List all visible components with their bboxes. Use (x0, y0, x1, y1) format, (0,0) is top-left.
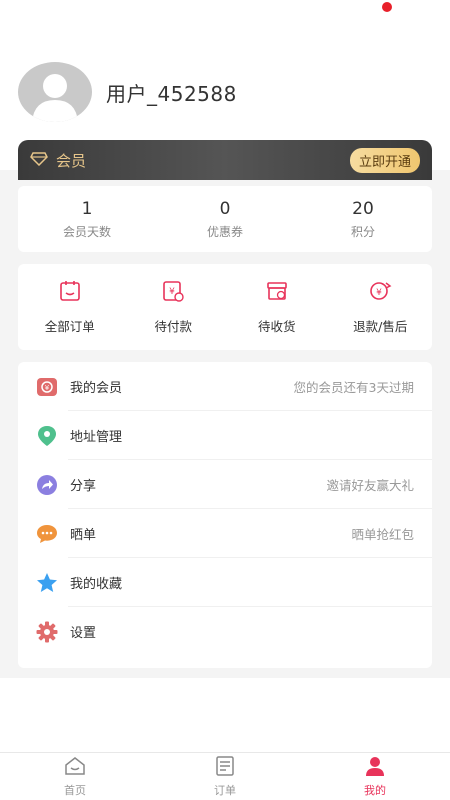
menu-label: 我的收藏 (70, 577, 123, 592)
vip-banner[interactable]: 会员 立即开通 (18, 140, 432, 180)
menu-label: 设置 (70, 626, 97, 641)
open-vip-button[interactable]: 立即开通 (349, 147, 420, 173)
menu-item-address[interactable]: 地址管理 (18, 411, 432, 460)
pending-payment-icon: ¥ (162, 280, 184, 306)
refund-icon: ¥ (368, 280, 392, 306)
tab-label: 首页 (64, 783, 86, 797)
menu-label: 地址管理 (70, 430, 123, 445)
order-label: 全部订单 (44, 318, 95, 334)
stat-member-days[interactable]: 1 会员天数 (18, 186, 156, 252)
home-icon (64, 756, 86, 780)
username: 用户_452588 (106, 81, 237, 106)
star-icon (36, 572, 58, 594)
tab-orders[interactable]: 订单 (150, 753, 300, 800)
stat-label: 会员天数 (62, 224, 111, 239)
menu-list: ¥ 我的会员 您的会员还有3天过期 地址管理 分享 邀请好友赢大礼 晒单 晒单抢… (18, 362, 432, 668)
order-list-icon (214, 755, 236, 780)
bottom-tab-bar: 首页 订单 我的 (0, 752, 450, 800)
menu-label: 我的会员 (70, 381, 123, 396)
share-icon (36, 474, 58, 496)
pending-receipt-icon (266, 280, 288, 306)
notification-dot (382, 2, 392, 12)
orders-panel: 全部订单 ¥ 待付款 待收货 ¥ 退款/售后 (18, 264, 432, 350)
location-icon (36, 425, 58, 447)
order-all[interactable]: 全部订单 (18, 264, 122, 350)
menu-item-settings[interactable]: 设置 (18, 607, 432, 656)
order-pending-payment[interactable]: ¥ 待付款 (122, 264, 226, 350)
menu-item-membership[interactable]: ¥ 我的会员 您的会员还有3天过期 (18, 362, 432, 411)
menu-item-favorites[interactable]: 我的收藏 (18, 558, 432, 607)
tab-label: 我的 (364, 783, 386, 797)
order-pending-receipt[interactable]: 待收货 (225, 264, 329, 350)
stat-value: 0 (219, 198, 231, 219)
stat-label: 优惠券 (206, 224, 243, 239)
stat-value: 1 (81, 198, 93, 219)
tab-home[interactable]: 首页 (0, 753, 150, 800)
stat-coupons[interactable]: 0 优惠券 (156, 186, 294, 252)
menu-hint: 晒单抢红包 (351, 527, 414, 542)
diamond-icon (30, 151, 48, 170)
svg-text:¥: ¥ (376, 288, 382, 298)
menu-hint: 邀请好友赢大礼 (326, 478, 414, 493)
vip-label: 会员 (56, 151, 87, 170)
tab-mine[interactable]: 我的 (300, 753, 450, 800)
profile-header[interactable]: 用户_452588 (18, 62, 237, 122)
tab-label: 订单 (214, 783, 236, 797)
chat-icon (36, 523, 58, 545)
all-orders-icon (59, 280, 81, 306)
stats-panel: 1 会员天数 0 优惠券 20 积分 (18, 186, 432, 252)
gear-icon (36, 621, 58, 643)
avatar[interactable] (18, 62, 92, 122)
svg-text:¥: ¥ (45, 384, 50, 392)
menu-hint: 您的会员还有3天过期 (293, 380, 414, 395)
order-refund[interactable]: ¥ 退款/售后 (329, 264, 433, 350)
menu-item-share[interactable]: 分享 邀请好友赢大礼 (18, 460, 432, 509)
svg-text:¥: ¥ (169, 287, 175, 297)
stat-label: 积分 (350, 224, 375, 239)
membership-icon: ¥ (36, 376, 58, 398)
menu-label: 分享 (70, 479, 97, 494)
user-icon (364, 756, 386, 780)
stat-points[interactable]: 20 积分 (294, 186, 432, 252)
order-label: 待付款 (154, 318, 192, 334)
order-label: 待收货 (257, 318, 296, 334)
order-label: 退款/售后 (353, 318, 408, 334)
menu-label: 晒单 (70, 528, 97, 543)
menu-item-post[interactable]: 晒单 晒单抢红包 (18, 509, 432, 558)
stat-value: 20 (352, 198, 374, 219)
